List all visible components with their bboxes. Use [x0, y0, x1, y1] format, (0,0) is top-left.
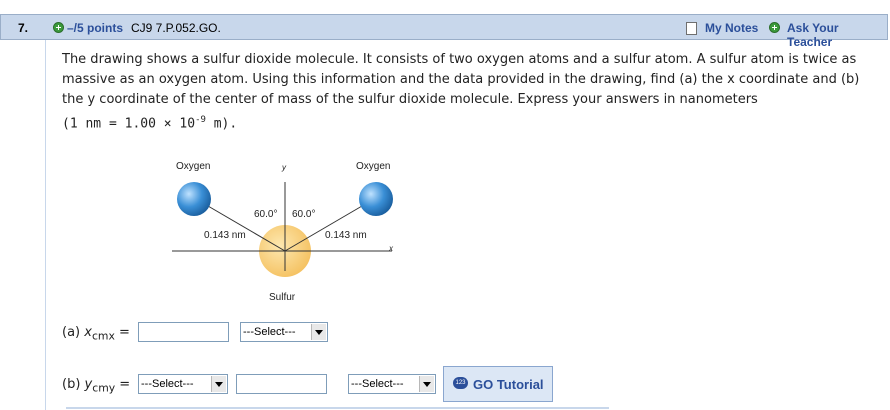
- tutorial-icon: 123: [453, 377, 468, 389]
- chevron-down-icon[interactable]: [211, 376, 226, 392]
- oxygen-left-label: Oxygen: [176, 161, 211, 172]
- part-b-sign-value: ---Select---: [141, 378, 194, 390]
- my-notes-link[interactable]: My Notes: [705, 21, 758, 35]
- question-header: 7. –/5 points CJ9 7.P.052.GO. My Notes A…: [0, 14, 888, 49]
- molecule-figure: Oxygen Oxygen y x 60.0° 60.0° 0.143 nm 0…: [170, 155, 410, 315]
- y-axis-label: y: [282, 163, 286, 172]
- part-b-label: (b) ycmy =: [62, 377, 130, 395]
- problem-text: The drawing shows a sulfur dioxide molec…: [62, 52, 860, 107]
- oxygen-atom-right: [359, 182, 393, 216]
- part-a-subscript: cmx: [91, 329, 115, 343]
- distance-right-label: 0.143 nm: [325, 230, 367, 241]
- part-b-prefix: (b): [62, 377, 85, 392]
- distance-left-label: 0.143 nm: [204, 230, 246, 241]
- left-rule: [45, 40, 46, 410]
- angle-right-label: 60.0°: [292, 209, 316, 220]
- bond-left: [195, 198, 286, 252]
- sulfur-label: Sulfur: [269, 292, 296, 303]
- part-a-equals: =: [114, 325, 130, 340]
- part-a-variable: x: [84, 325, 92, 340]
- points-label: –/5 points: [67, 21, 124, 35]
- part-b-subscript: cmy: [92, 381, 116, 395]
- chevron-down-icon[interactable]: [419, 376, 434, 392]
- notes-icon[interactable]: [686, 22, 697, 35]
- bottom-rule: [66, 407, 609, 409]
- part-b-unit-value: ---Select---: [351, 378, 404, 390]
- ask-teacher-icon[interactable]: [769, 22, 780, 33]
- question-number: 7.: [18, 21, 29, 35]
- units-exponent: -9: [195, 115, 206, 125]
- oxygen-atom-left: [177, 182, 211, 216]
- part-a-label: (a) xcmx =: [62, 325, 130, 343]
- part-a-unit-value: ---Select---: [243, 326, 296, 338]
- part-b-equals: =: [115, 377, 131, 392]
- part-a-input[interactable]: [138, 322, 229, 342]
- part-a-prefix: (a): [62, 325, 85, 340]
- x-axis-label: x: [389, 244, 393, 253]
- angle-left-label: 60.0°: [254, 209, 278, 220]
- go-tutorial-button[interactable]: 123 GO Tutorial: [443, 366, 553, 402]
- part-b-sign-select[interactable]: ---Select---: [138, 374, 228, 394]
- units-note: (1 nm = 1.00 × 10-9 m).: [62, 115, 237, 131]
- part-b-unit-select[interactable]: ---Select---: [348, 374, 436, 394]
- part-a-unit-select[interactable]: ---Select---: [240, 322, 328, 342]
- bond-right: [284, 198, 375, 252]
- expand-points-icon[interactable]: [53, 22, 64, 33]
- units-suffix: m).: [205, 116, 238, 132]
- part-b-input[interactable]: [236, 374, 327, 394]
- oxygen-right-label: Oxygen: [356, 161, 391, 172]
- question-id: CJ9 7.P.052.GO.: [131, 21, 221, 35]
- chevron-down-icon[interactable]: [311, 324, 326, 340]
- go-tutorial-label: GO Tutorial: [473, 377, 544, 392]
- units-prefix: (1 nm = 1.00 × 10: [62, 116, 196, 132]
- ask-teacher-link[interactable]: Ask Your Teacher: [787, 21, 887, 49]
